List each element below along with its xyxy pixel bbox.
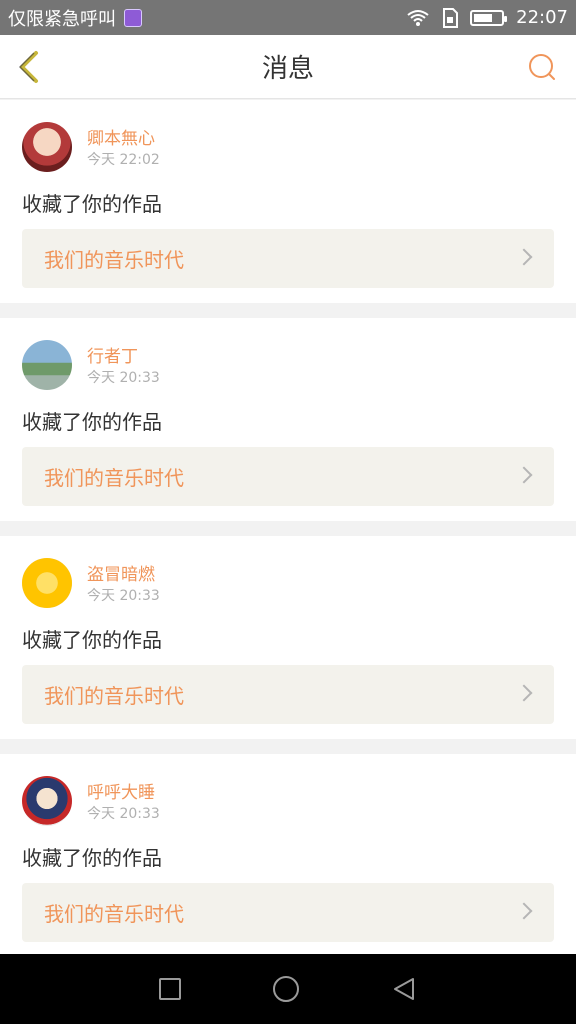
work-link[interactable]: 我们的音乐时代 xyxy=(22,447,554,506)
home-icon[interactable] xyxy=(273,976,299,1002)
work-title: 我们的音乐时代 xyxy=(44,902,184,926)
carrier-text: 仅限紧急呼叫 xyxy=(8,8,116,30)
wifi-icon xyxy=(407,9,429,26)
username[interactable]: 呼呼大睡 xyxy=(87,778,155,803)
recent-apps-icon[interactable] xyxy=(159,978,181,1000)
message-text: 收藏了你的作品 xyxy=(22,846,162,870)
work-link[interactable]: 我们的音乐时代 xyxy=(22,883,554,942)
app-badge-icon xyxy=(124,8,142,27)
avatar[interactable] xyxy=(22,558,72,608)
message-card: 呼呼大睡 今天 20:33 收藏了你的作品 我们的音乐时代 xyxy=(0,754,576,957)
username[interactable]: 盗冒暗燃 xyxy=(87,560,155,585)
timestamp: 今天 20:33 xyxy=(87,588,160,604)
work-link[interactable]: 我们的音乐时代 xyxy=(22,229,554,288)
message-card: 行者丁 今天 20:33 收藏了你的作品 我们的音乐时代 xyxy=(0,318,576,521)
chevron-right-icon xyxy=(515,466,533,484)
sim-icon xyxy=(443,7,459,28)
status-time: 22:07 xyxy=(516,7,568,28)
chevron-right-icon xyxy=(515,248,533,266)
status-right: 22:07 xyxy=(406,7,568,28)
work-title: 我们的音乐时代 xyxy=(44,248,184,272)
status-left: 仅限紧急呼叫 xyxy=(8,5,142,31)
back-icon[interactable] xyxy=(391,976,417,1002)
timestamp: 今天 20:33 xyxy=(87,370,160,386)
battery-icon xyxy=(470,9,508,26)
page-title: 消息 xyxy=(261,54,314,84)
search-icon[interactable] xyxy=(526,51,558,83)
work-link[interactable]: 我们的音乐时代 xyxy=(22,665,554,724)
work-title: 我们的音乐时代 xyxy=(44,684,184,708)
message-text: 收藏了你的作品 xyxy=(22,410,162,434)
timestamp: 今天 22:02 xyxy=(87,152,160,168)
chevron-left-icon[interactable] xyxy=(12,49,48,85)
message-list: 卿本無心 今天 22:02 收藏了你的作品 我们的音乐时代 行者丁 今天 20:… xyxy=(0,100,576,972)
avatar[interactable] xyxy=(22,340,72,390)
timestamp: 今天 20:33 xyxy=(87,806,160,822)
username[interactable]: 卿本無心 xyxy=(87,124,155,149)
battery-fill xyxy=(474,13,493,22)
avatar[interactable] xyxy=(22,776,72,826)
work-title: 我们的音乐时代 xyxy=(44,466,184,490)
chevron-right-icon xyxy=(515,684,533,702)
nav-bar: 消息 xyxy=(0,35,576,99)
username[interactable]: 行者丁 xyxy=(87,342,138,367)
message-card: 盗冒暗燃 今天 20:33 收藏了你的作品 我们的音乐时代 xyxy=(0,536,576,739)
message-card: 卿本無心 今天 22:02 收藏了你的作品 我们的音乐时代 xyxy=(0,100,576,303)
message-text: 收藏了你的作品 xyxy=(22,192,162,216)
chevron-right-icon xyxy=(515,902,533,920)
message-text: 收藏了你的作品 xyxy=(22,628,162,652)
system-nav-bar xyxy=(0,954,576,1024)
avatar[interactable] xyxy=(22,122,72,172)
status-bar: 仅限紧急呼叫 22:07 xyxy=(0,0,576,35)
